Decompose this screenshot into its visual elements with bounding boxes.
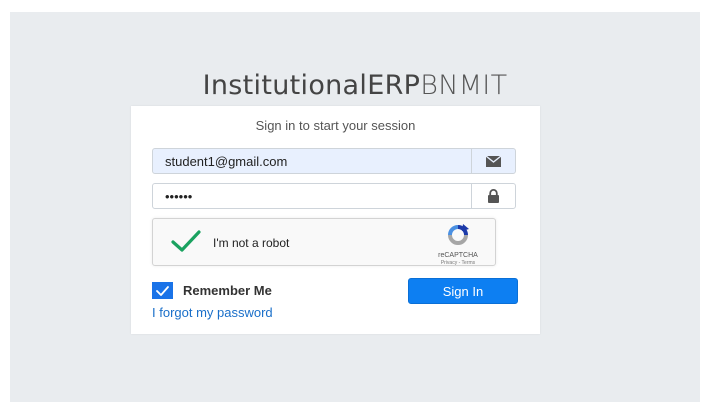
recaptcha-brand: reCAPTCHA <box>438 252 478 259</box>
password-input[interactable] <box>153 184 471 208</box>
logo-part-erp: ERP <box>367 70 421 101</box>
recaptcha-label: I'm not a robot <box>213 236 290 250</box>
remember-checkbox[interactable] <box>152 282 173 299</box>
login-card: Sign in to start your session student1@g… <box>131 106 540 334</box>
forgot-password-link[interactable]: I forgot my password <box>152 305 273 320</box>
logo-part-bnmit: BNMIT <box>420 70 508 101</box>
logo-part-institutional: Institutional <box>202 70 368 101</box>
recaptcha-widget: I'm not a robot reCAPTCHA Privacy - Term… <box>152 218 496 266</box>
envelope-icon <box>471 149 515 173</box>
email-field-group <box>152 148 516 174</box>
login-page: InstitutionalERPBNMIT Sign in to start y… <box>10 12 700 402</box>
login-box-message: Sign in to start your session <box>255 118 416 133</box>
email-input[interactable] <box>153 149 471 173</box>
lock-icon <box>471 184 515 208</box>
remember-me[interactable]: Remember Me <box>152 282 272 299</box>
password-field-group <box>152 183 516 209</box>
checkmark-icon <box>156 285 169 296</box>
remember-me-label: Remember Me <box>183 283 272 298</box>
app-logo[interactable]: InstitutionalERPBNMIT <box>10 70 700 101</box>
recaptcha-checkmark-icon[interactable] <box>171 229 201 255</box>
sign-in-button[interactable]: Sign In <box>408 278 518 304</box>
recaptcha-privacy-terms[interactable]: Privacy - Terms <box>423 260 493 266</box>
recaptcha-logo: reCAPTCHA Privacy - Terms <box>423 224 493 266</box>
recaptcha-icon <box>448 224 469 245</box>
